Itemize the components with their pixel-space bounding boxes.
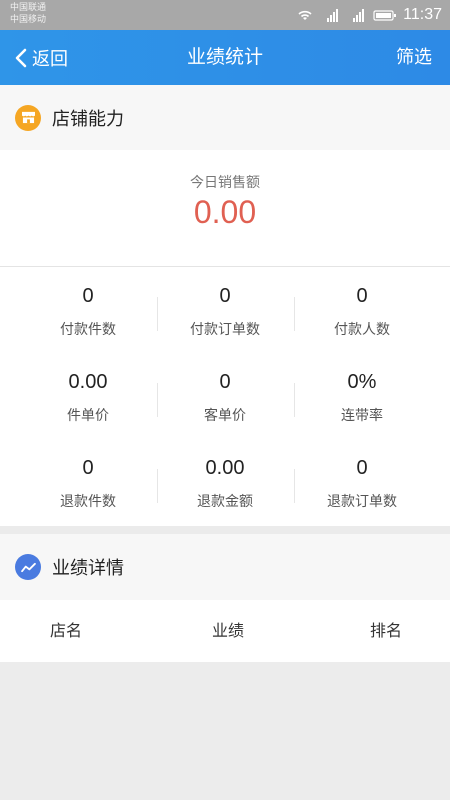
today-sales-value: 0.00: [193, 194, 257, 230]
divider: [157, 383, 158, 417]
store-section: 店铺能力 今日销售额 0.00 0 付款件数 0 付款订单数 0 付款人数 0.…: [0, 85, 450, 526]
signal-4g-icon: [327, 9, 339, 22]
status-icons: 11:37: [295, 6, 442, 24]
stat-paid-customers: 0 付款人数: [287, 267, 437, 353]
stat-refund-orders: 0 退款订单数: [287, 439, 437, 525]
divider: [157, 469, 158, 503]
stat-paid-items: 0 付款件数: [13, 267, 163, 353]
stat-label: 付款订单数: [190, 322, 260, 338]
divider: [294, 469, 295, 503]
battery-icon: [373, 10, 397, 21]
signal-2g-icon: [353, 9, 365, 22]
chevron-left-icon: [15, 48, 27, 67]
detail-table-header: 店名 业绩 排名: [0, 600, 450, 662]
divider: [157, 297, 158, 331]
back-button[interactable]: 返回: [14, 30, 68, 85]
column-rank[interactable]: 排名: [370, 600, 402, 662]
detail-section-title: 业绩详情: [52, 558, 124, 579]
status-bar: 中国联通 中国移动 11:37: [0, 0, 450, 30]
clock-time: 11:37: [403, 6, 442, 23]
trend-line-icon: [15, 554, 41, 580]
store-section-header: 店铺能力: [0, 85, 450, 150]
today-sales-label: 今日销售额: [190, 175, 260, 191]
filter-button[interactable]: 筛选: [396, 30, 432, 85]
store-section-title: 店铺能力: [52, 108, 124, 130]
carrier-1: 中国联通: [10, 3, 47, 13]
stat-label: 退款件数: [60, 494, 116, 510]
stat-label: 退款金额: [197, 494, 253, 510]
stat-label: 连带率: [341, 408, 383, 424]
column-store-name[interactable]: 店名: [50, 600, 82, 662]
column-performance[interactable]: 业绩: [212, 600, 244, 662]
stat-label: 付款人数: [334, 322, 390, 338]
stat-value: 0.00: [68, 371, 108, 393]
stat-attach-rate: 0% 连带率: [287, 353, 437, 439]
divider: [294, 383, 295, 417]
detail-section-header: 业绩详情: [0, 534, 450, 600]
detail-section: 业绩详情 店名 业绩 排名: [0, 534, 450, 662]
stat-unit-price: 0.00 件单价: [13, 353, 163, 439]
stat-value: 0.00: [205, 457, 245, 479]
stat-value: 0: [356, 285, 368, 307]
today-sales: 今日销售额 0.00: [0, 150, 450, 267]
divider: [294, 297, 295, 331]
carrier-info: 中国联通 中国移动: [10, 2, 46, 26]
stat-label: 客单价: [204, 408, 246, 424]
stat-value: 0: [219, 371, 231, 393]
store-icon: [15, 104, 41, 131]
stat-value: 0: [82, 457, 94, 479]
stat-value: 0%: [347, 371, 377, 393]
stat-value: 0: [356, 457, 368, 479]
stat-label: 退款订单数: [327, 494, 397, 510]
nav-bar: 返回 业绩统计 筛选: [0, 30, 450, 85]
wifi-icon: [298, 10, 312, 20]
stat-refund-items: 0 退款件数: [13, 439, 163, 525]
back-label: 返回: [32, 48, 68, 70]
stat-label: 件单价: [67, 408, 109, 424]
carrier-2: 中国移动: [10, 15, 47, 25]
stats-grid: 0 付款件数 0 付款订单数 0 付款人数 0.00 件单价 0 客单价 0% …: [0, 267, 450, 526]
stat-paid-orders: 0 付款订单数: [150, 267, 300, 353]
stat-customer-price: 0 客单价: [150, 353, 300, 439]
stat-value: 0: [82, 285, 94, 307]
stat-value: 0: [219, 285, 231, 307]
stat-refund-amount: 0.00 退款金额: [150, 439, 300, 525]
section-gap: [0, 526, 450, 534]
stat-label: 付款件数: [60, 322, 116, 338]
